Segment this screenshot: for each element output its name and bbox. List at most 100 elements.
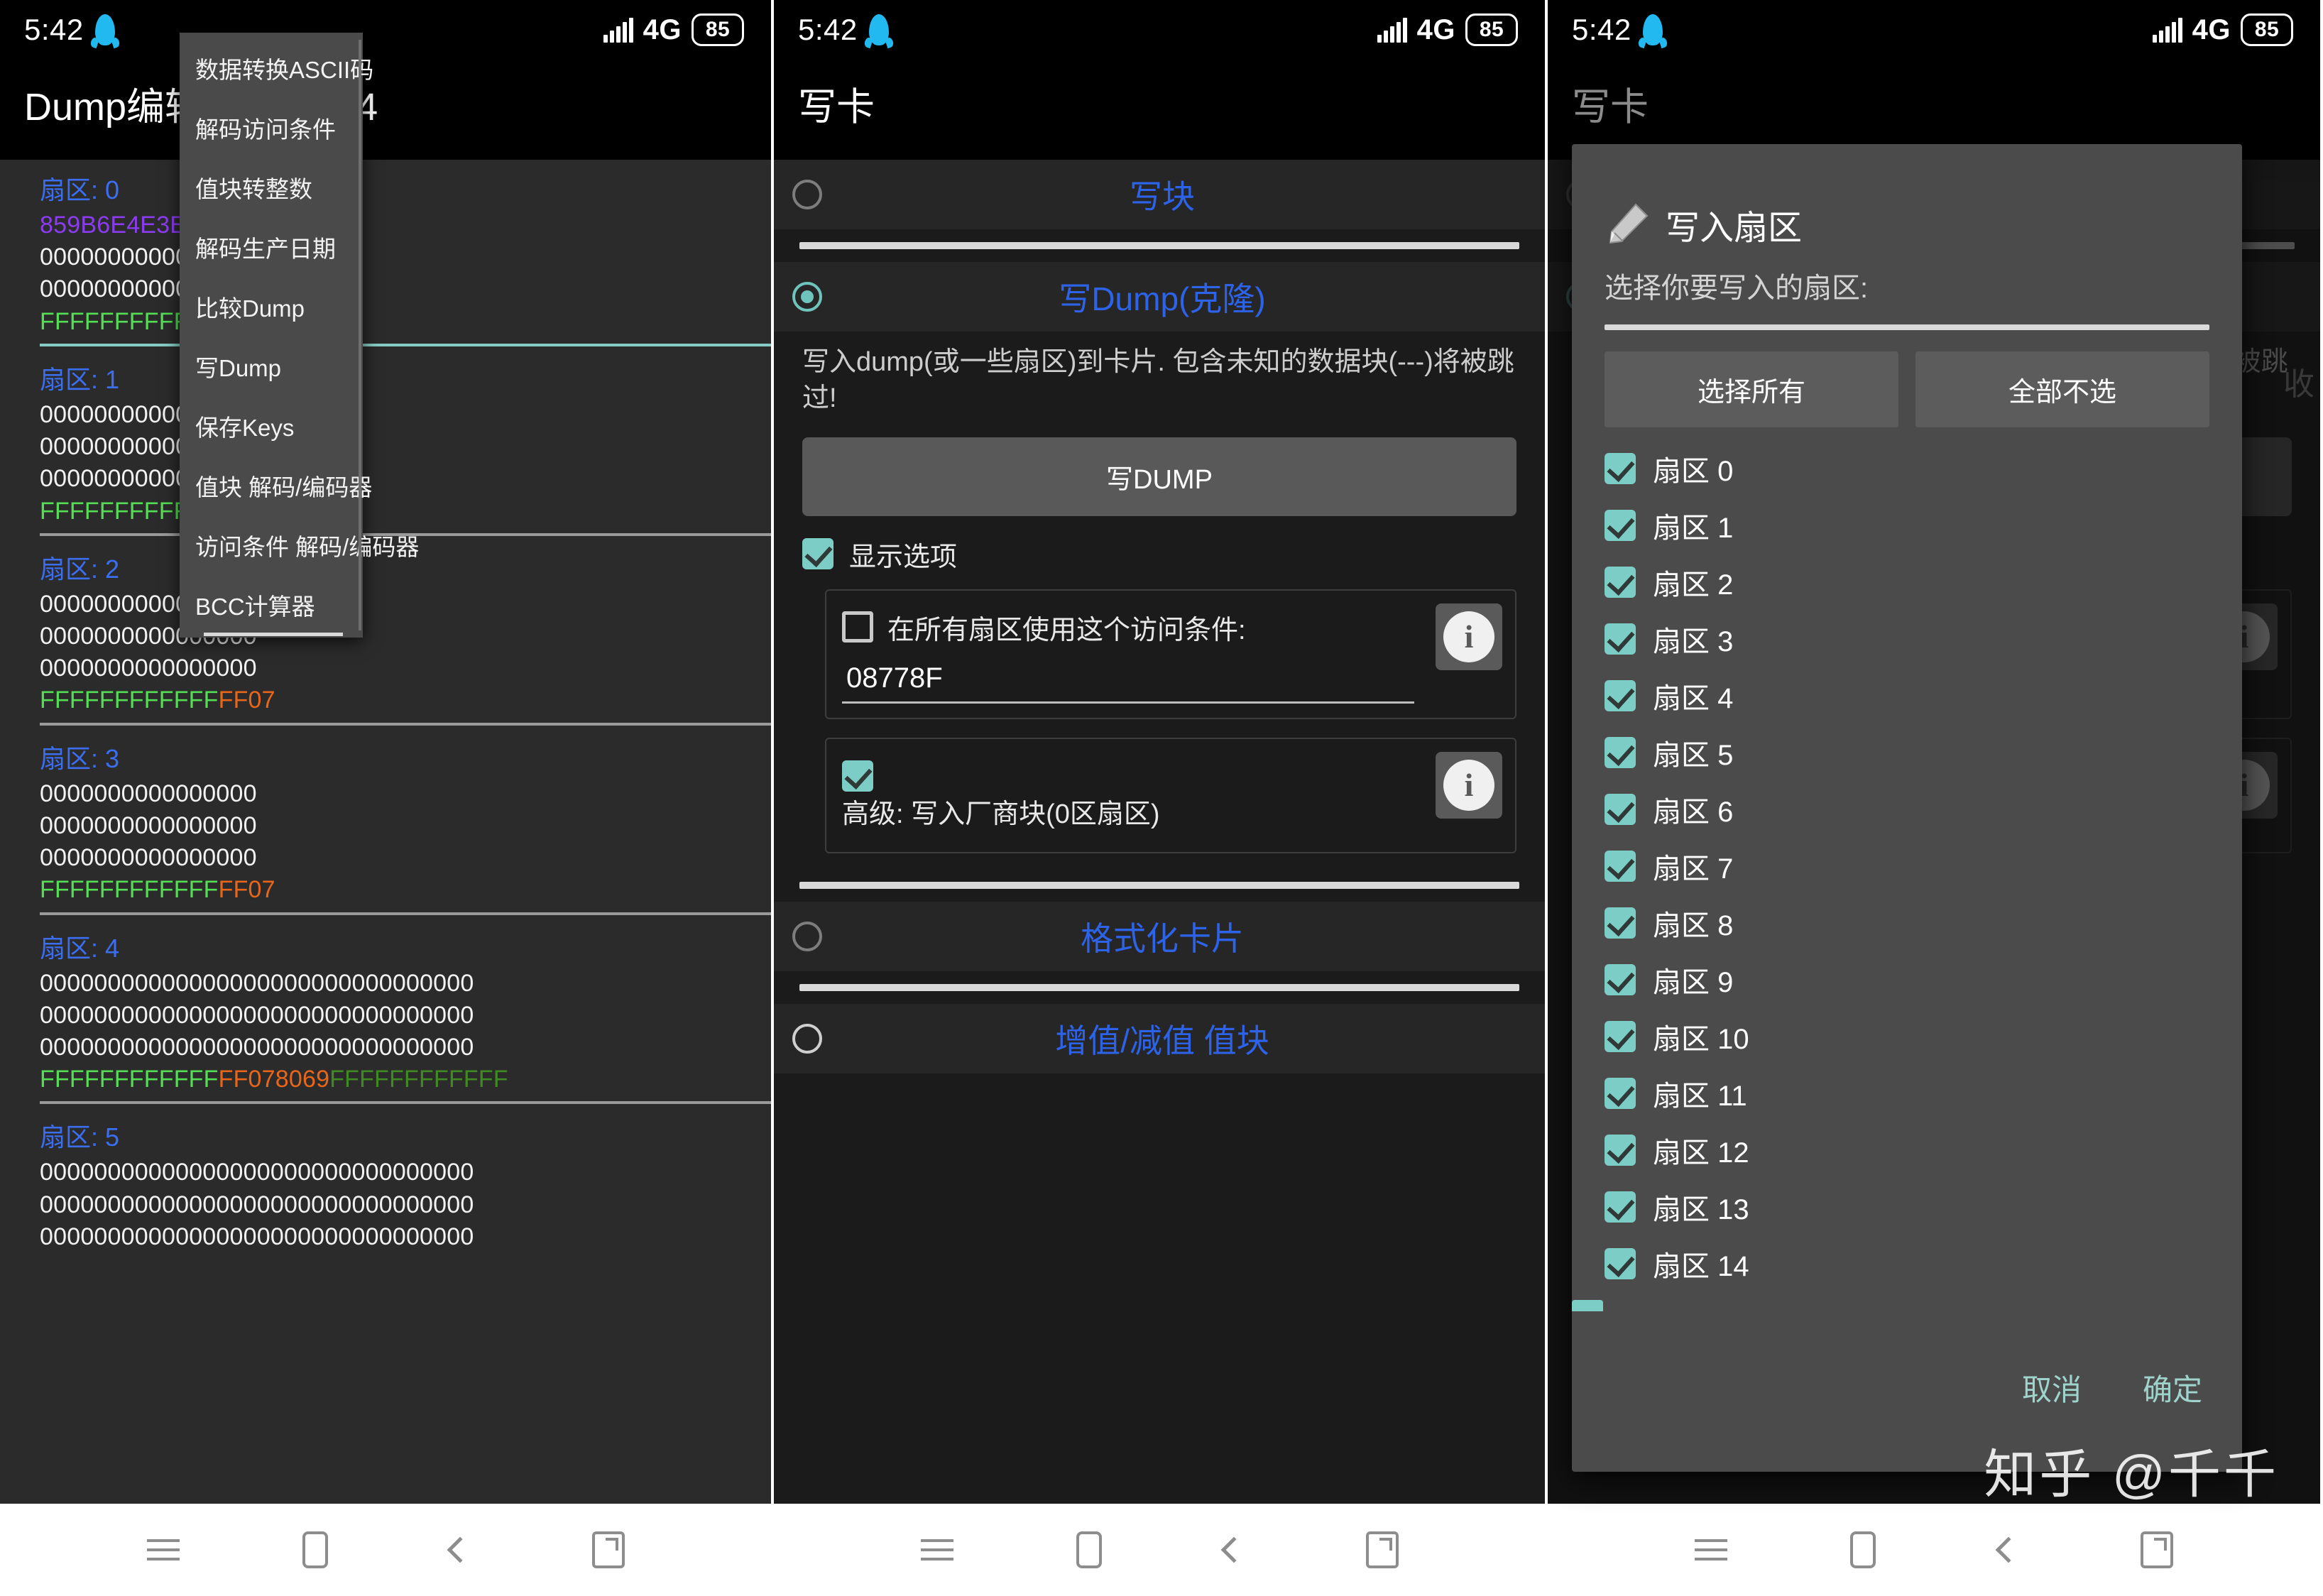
menu-icon[interactable] xyxy=(146,1533,180,1567)
menu-item-9[interactable]: BCC计算器 xyxy=(180,575,363,635)
hex-line-4-3[interactable]: FFFFFFFFFFFFFF078069FFFFFFFFFFFF xyxy=(0,1064,771,1095)
home-icon[interactable] xyxy=(1076,1531,1102,1568)
menu-icon[interactable] xyxy=(920,1533,953,1567)
hex-line-0-2[interactable]: 0000000000000000 xyxy=(0,273,771,305)
sector-checkbox-7[interactable] xyxy=(1605,851,1636,882)
hex-line-4-1[interactable]: 00000000000000000000000000000000 xyxy=(0,1000,771,1032)
sector-row-8[interactable]: 扇区 8 xyxy=(1605,895,2242,951)
show-options-row[interactable]: 显示选项 xyxy=(774,516,1545,574)
sector-checkbox-1[interactable] xyxy=(1605,510,1636,541)
menu-item-7[interactable]: 值块 解码/编码器 xyxy=(180,456,372,515)
select-all-button[interactable]: 选择所有 xyxy=(1605,351,1898,427)
hex-line-1-1[interactable]: 0000000000000000 xyxy=(0,431,771,463)
hex-line-1-0[interactable]: 0000000000000000 xyxy=(0,399,771,431)
sector-row-1[interactable]: 扇区 1 xyxy=(1605,497,2242,554)
menu-item-3[interactable]: 解码生产日期 xyxy=(180,217,363,277)
split-screen-icon[interactable] xyxy=(1365,1531,1399,1568)
overflow-menu[interactable]: 数据转换ASCII码 解码访问条件 值块转整数 解码生产日期 比较Dump 写Dump 保存… xyxy=(180,33,419,638)
radio-write-dump[interactable] xyxy=(792,282,822,312)
sector-checkbox-8[interactable] xyxy=(1605,907,1636,939)
show-options-checkbox[interactable] xyxy=(802,538,833,570)
hex-line-2-1[interactable]: 0000000000000000 xyxy=(0,621,771,652)
write-dump-button[interactable]: 写DUMP xyxy=(802,437,1516,516)
menu-item-4[interactable]: 比较Dump xyxy=(180,277,363,337)
sector-checkbox-11[interactable] xyxy=(1605,1078,1636,1109)
option-write-block[interactable]: 写块 xyxy=(774,160,1545,229)
sector-row-12[interactable]: 扇区 12 xyxy=(1605,1122,2242,1179)
hex-line-4-2[interactable]: 00000000000000000000000000000000 xyxy=(0,1032,771,1064)
sector-checkbox-partial[interactable] xyxy=(1572,1300,1603,1311)
info-button-access-condition[interactable]: i xyxy=(1436,603,1502,670)
radio-write-block[interactable] xyxy=(792,180,822,209)
sector-checkbox-14[interactable] xyxy=(1605,1248,1636,1279)
hex-line-3-1[interactable]: 0000000000000000 xyxy=(0,810,771,842)
menu-scrollbar[interactable] xyxy=(359,40,361,630)
sector-row-3[interactable]: 扇区 3 xyxy=(1605,611,2242,667)
hex-line-1-2[interactable]: 0000000000000000 xyxy=(0,463,771,495)
split-screen-icon[interactable] xyxy=(2141,1531,2174,1568)
hex-line-0-0[interactable]: 859B6E4E3E080400 xyxy=(0,209,771,241)
menu-item-1[interactable]: 解码访问条件 xyxy=(180,98,363,158)
sector-checkbox-5[interactable] xyxy=(1605,737,1636,768)
sector-row-6[interactable]: 扇区 6 xyxy=(1605,781,2242,838)
sector-row-13[interactable]: 扇区 13 xyxy=(1605,1179,2242,1235)
home-icon[interactable] xyxy=(302,1531,328,1568)
hex-line-1-3[interactable]: FFFFFFFFFFFFFF07 xyxy=(0,496,771,528)
back-icon[interactable] xyxy=(447,1536,473,1563)
hex-line-5-2[interactable]: 00000000000000000000000000000000 xyxy=(0,1221,771,1253)
back-icon[interactable] xyxy=(1220,1536,1247,1563)
sector-checkbox-4[interactable] xyxy=(1605,680,1636,711)
hex-line-5-0[interactable]: 00000000000000000000000000000000 xyxy=(0,1157,771,1188)
hex-line-2-3[interactable]: FFFFFFFFFFFFFF07 xyxy=(0,684,771,716)
sector-row-11[interactable]: 扇区 11 xyxy=(1605,1065,2242,1122)
sector-checkbox-13[interactable] xyxy=(1605,1191,1636,1223)
hex-line-0-3[interactable]: FFFFFFFFFFFFFF07 xyxy=(0,306,771,338)
option-write-dump[interactable]: 写Dump(克隆) xyxy=(774,262,1545,332)
hex-line-3-0[interactable]: 0000000000000000 xyxy=(0,778,771,810)
menu-item-2[interactable]: 值块转整数 xyxy=(180,158,363,217)
hex-line-3-2[interactable]: 0000000000000000 xyxy=(0,842,771,874)
menu-item-5[interactable]: 写Dump xyxy=(180,337,363,396)
sector-partial-row[interactable] xyxy=(1572,1292,2242,1319)
sector-row-9[interactable]: 扇区 9 xyxy=(1605,951,2242,1008)
sector-row-14[interactable]: 扇区 14 xyxy=(1605,1235,2242,1292)
info-button-advanced[interactable]: i xyxy=(1436,751,1502,819)
split-screen-icon[interactable] xyxy=(591,1531,625,1568)
use-access-condition-checkbox[interactable] xyxy=(842,611,873,643)
hex-dump-body[interactable]: 扇区: 0 859B6E4E3E080400 0000000000000000 000… xyxy=(0,160,771,1504)
hex-line-2-0[interactable]: 0000000000000000 xyxy=(0,589,771,621)
sector-row-5[interactable]: 扇区 5 xyxy=(1605,724,2242,781)
hex-line-5-1[interactable]: 00000000000000000000000000000000 xyxy=(0,1189,771,1221)
cancel-button[interactable]: 取消 xyxy=(2022,1366,2082,1409)
sector-checkbox-0[interactable] xyxy=(1605,453,1636,484)
hex-line-0-1[interactable]: 0000000000000000 xyxy=(0,241,771,273)
sector-checkbox-2[interactable] xyxy=(1605,567,1636,598)
back-icon[interactable] xyxy=(1995,1536,2022,1563)
hex-line-3-3[interactable]: FFFFFFFFFFFFFF07 xyxy=(0,874,771,906)
sector-checkbox-12[interactable] xyxy=(1605,1135,1636,1166)
radio-value-block[interactable] xyxy=(792,1023,822,1054)
radio-format-card[interactable] xyxy=(792,921,822,951)
sector-row-2[interactable]: 扇区 2 xyxy=(1605,554,2242,611)
confirm-button[interactable]: 确定 xyxy=(2143,1366,2202,1409)
menu-item-6[interactable]: 保存Keys xyxy=(180,396,363,456)
menu-icon[interactable] xyxy=(1694,1533,1727,1567)
sector-row-7[interactable]: 扇区 7 xyxy=(1605,838,2242,895)
home-icon[interactable] xyxy=(1850,1531,1876,1568)
sector-row-4[interactable]: 扇区 4 xyxy=(1605,667,2242,724)
option-value-block[interactable]: 增值/减值 值块 xyxy=(774,1003,1545,1073)
menu-item-0[interactable]: 数据转换ASCII码 xyxy=(180,38,373,98)
hex-line-4-0[interactable]: 00000000000000000000000000000000 xyxy=(0,968,771,1000)
sector-checkbox-list[interactable]: 扇区 0 扇区 1 扇区 2 扇区 3 扇区 4 扇区 5 扇区 6 扇区 7 扇区 8 扇区 9… xyxy=(1572,427,2242,1292)
hex-line-2-2[interactable]: 0000000000000000 xyxy=(0,652,771,684)
sector-checkbox-6[interactable] xyxy=(1605,794,1636,825)
sector-row-10[interactable]: 扇区 10 xyxy=(1605,1008,2242,1065)
option-format-card[interactable]: 格式化卡片 xyxy=(774,901,1545,971)
select-none-button[interactable]: 全部不选 xyxy=(1915,351,2209,427)
access-condition-input[interactable]: 08778F xyxy=(842,647,1499,701)
sector-checkbox-3[interactable] xyxy=(1605,623,1636,655)
sector-checkbox-10[interactable] xyxy=(1605,1021,1636,1052)
sector-row-0[interactable]: 扇区 0 xyxy=(1605,440,2242,497)
advanced-checkbox[interactable] xyxy=(842,760,873,792)
menu-item-8[interactable]: 访问条件 解码/编码器 xyxy=(180,515,419,575)
